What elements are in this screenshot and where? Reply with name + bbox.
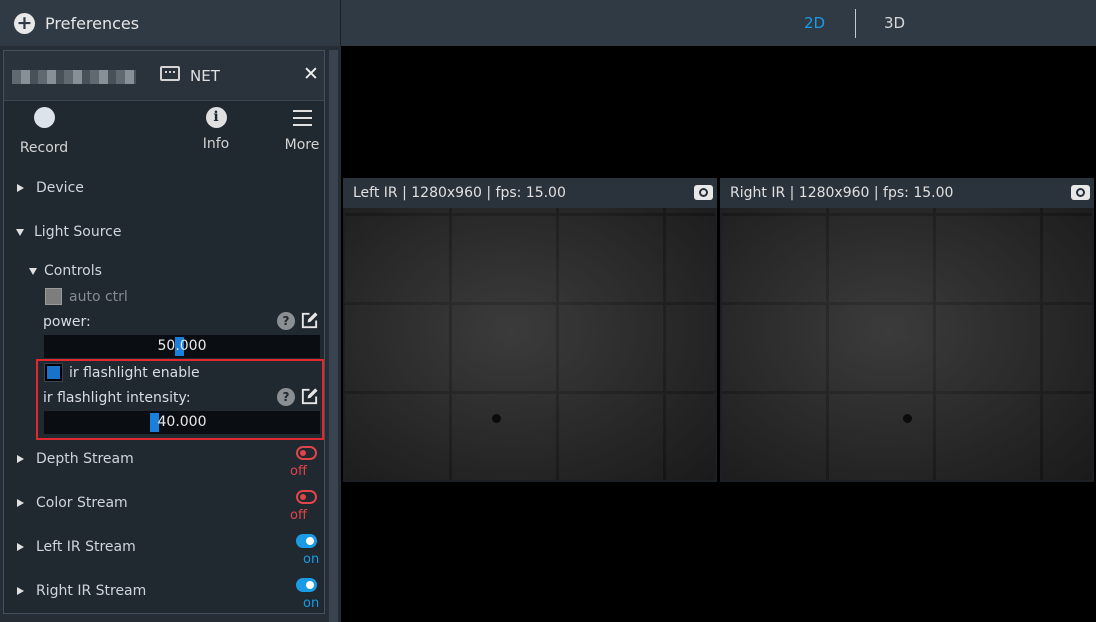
auto-ctrl-label: auto ctrl [69, 289, 128, 305]
tab-3d[interactable]: 3D [884, 0, 905, 46]
tree-item-controls[interactable]: Controls [29, 263, 102, 279]
record-label: Record [19, 140, 69, 156]
device-panel: NET ✕ Record i Info More Device Light So… [3, 50, 325, 614]
tree-item-depth-stream[interactable]: Depth Stream [17, 451, 134, 467]
tree-item-label: Light Source [34, 224, 122, 240]
plus-icon: + [14, 12, 35, 34]
stream-header: Right IR | 1280x960 | fps: 15.00 [720, 178, 1094, 208]
help-icon[interactable]: ? [277, 312, 295, 330]
chevron-down-icon [29, 267, 37, 275]
chevron-right-icon [17, 543, 24, 551]
left-ir-image [345, 208, 715, 480]
network-icon [160, 66, 180, 81]
record-button[interactable]: Record [18, 107, 70, 156]
chevron-right-icon [17, 499, 24, 507]
tree-item-label: Left IR Stream [36, 539, 136, 555]
info-icon: i [205, 107, 227, 128]
device-type-label: NET [190, 67, 220, 85]
chevron-right-icon [17, 587, 24, 595]
tree-item-left-ir-stream[interactable]: Left IR Stream [17, 539, 136, 555]
preferences-button[interactable]: + Preferences [0, 0, 341, 46]
power-label: power: [43, 314, 91, 330]
device-name-redacted [12, 70, 136, 84]
depth-stream-state: off [290, 464, 307, 479]
left-ir-stream-toggle[interactable] [296, 534, 317, 548]
edit-icon[interactable] [300, 311, 319, 330]
tree-item-label: Controls [44, 263, 102, 279]
chevron-down-icon [16, 228, 24, 236]
tree-item-light-source[interactable]: Light Source [16, 224, 121, 240]
close-icon[interactable]: ✕ [303, 63, 319, 85]
preferences-label: Preferences [45, 13, 140, 33]
power-value: 50.000 [157, 338, 207, 354]
depth-stream-toggle[interactable] [296, 446, 317, 460]
tab-divider [855, 9, 856, 38]
left-ir-stream-view: Left IR | 1280x960 | fps: 15.00 [343, 178, 717, 482]
color-stream-toggle[interactable] [296, 490, 317, 504]
tree-item-color-stream[interactable]: Color Stream [17, 495, 128, 511]
sidebar-scrollbar[interactable] [329, 50, 338, 622]
tree-item-label: Depth Stream [36, 451, 134, 467]
info-button[interactable]: i Info [198, 107, 234, 152]
hamburger-menu-icon [292, 107, 312, 128]
stream-header: Left IR | 1280x960 | fps: 15.00 [343, 178, 717, 208]
chevron-right-icon [17, 184, 24, 192]
more-button[interactable]: More [282, 107, 322, 153]
image-detail [492, 414, 501, 423]
image-detail [903, 414, 912, 423]
left-ir-stream-state: on [303, 552, 320, 567]
right-ir-image [722, 208, 1092, 480]
tree-item-device[interactable]: Device [17, 180, 84, 196]
camera-icon[interactable] [694, 185, 713, 200]
tree-item-label: Device [36, 180, 84, 196]
right-ir-stream-toggle[interactable] [296, 578, 317, 592]
top-bar: + Preferences 2D 3D [0, 0, 1096, 46]
record-icon [33, 107, 55, 128]
device-panel-header: NET ✕ [4, 51, 324, 101]
right-ir-stream-view: Right IR | 1280x960 | fps: 15.00 [720, 178, 1094, 482]
tree-item-label: Color Stream [36, 495, 128, 511]
left-ir-stream-title: Left IR | 1280x960 | fps: 15.00 [353, 185, 566, 201]
auto-ctrl-checkbox[interactable] [45, 288, 62, 305]
tab-2d[interactable]: 2D [804, 0, 825, 46]
right-ir-stream-state: on [303, 596, 320, 611]
more-label: More [284, 137, 320, 153]
right-ir-stream-title: Right IR | 1280x960 | fps: 15.00 [730, 185, 954, 201]
camera-icon[interactable] [1071, 185, 1090, 200]
color-stream-state: off [290, 508, 307, 523]
info-label: Info [202, 136, 230, 152]
highlight-box [36, 359, 324, 440]
tree-item-right-ir-stream[interactable]: Right IR Stream [17, 583, 146, 599]
tree-item-label: Right IR Stream [36, 583, 147, 599]
power-slider[interactable]: 50.000 [44, 335, 320, 358]
chevron-right-icon [17, 455, 24, 463]
